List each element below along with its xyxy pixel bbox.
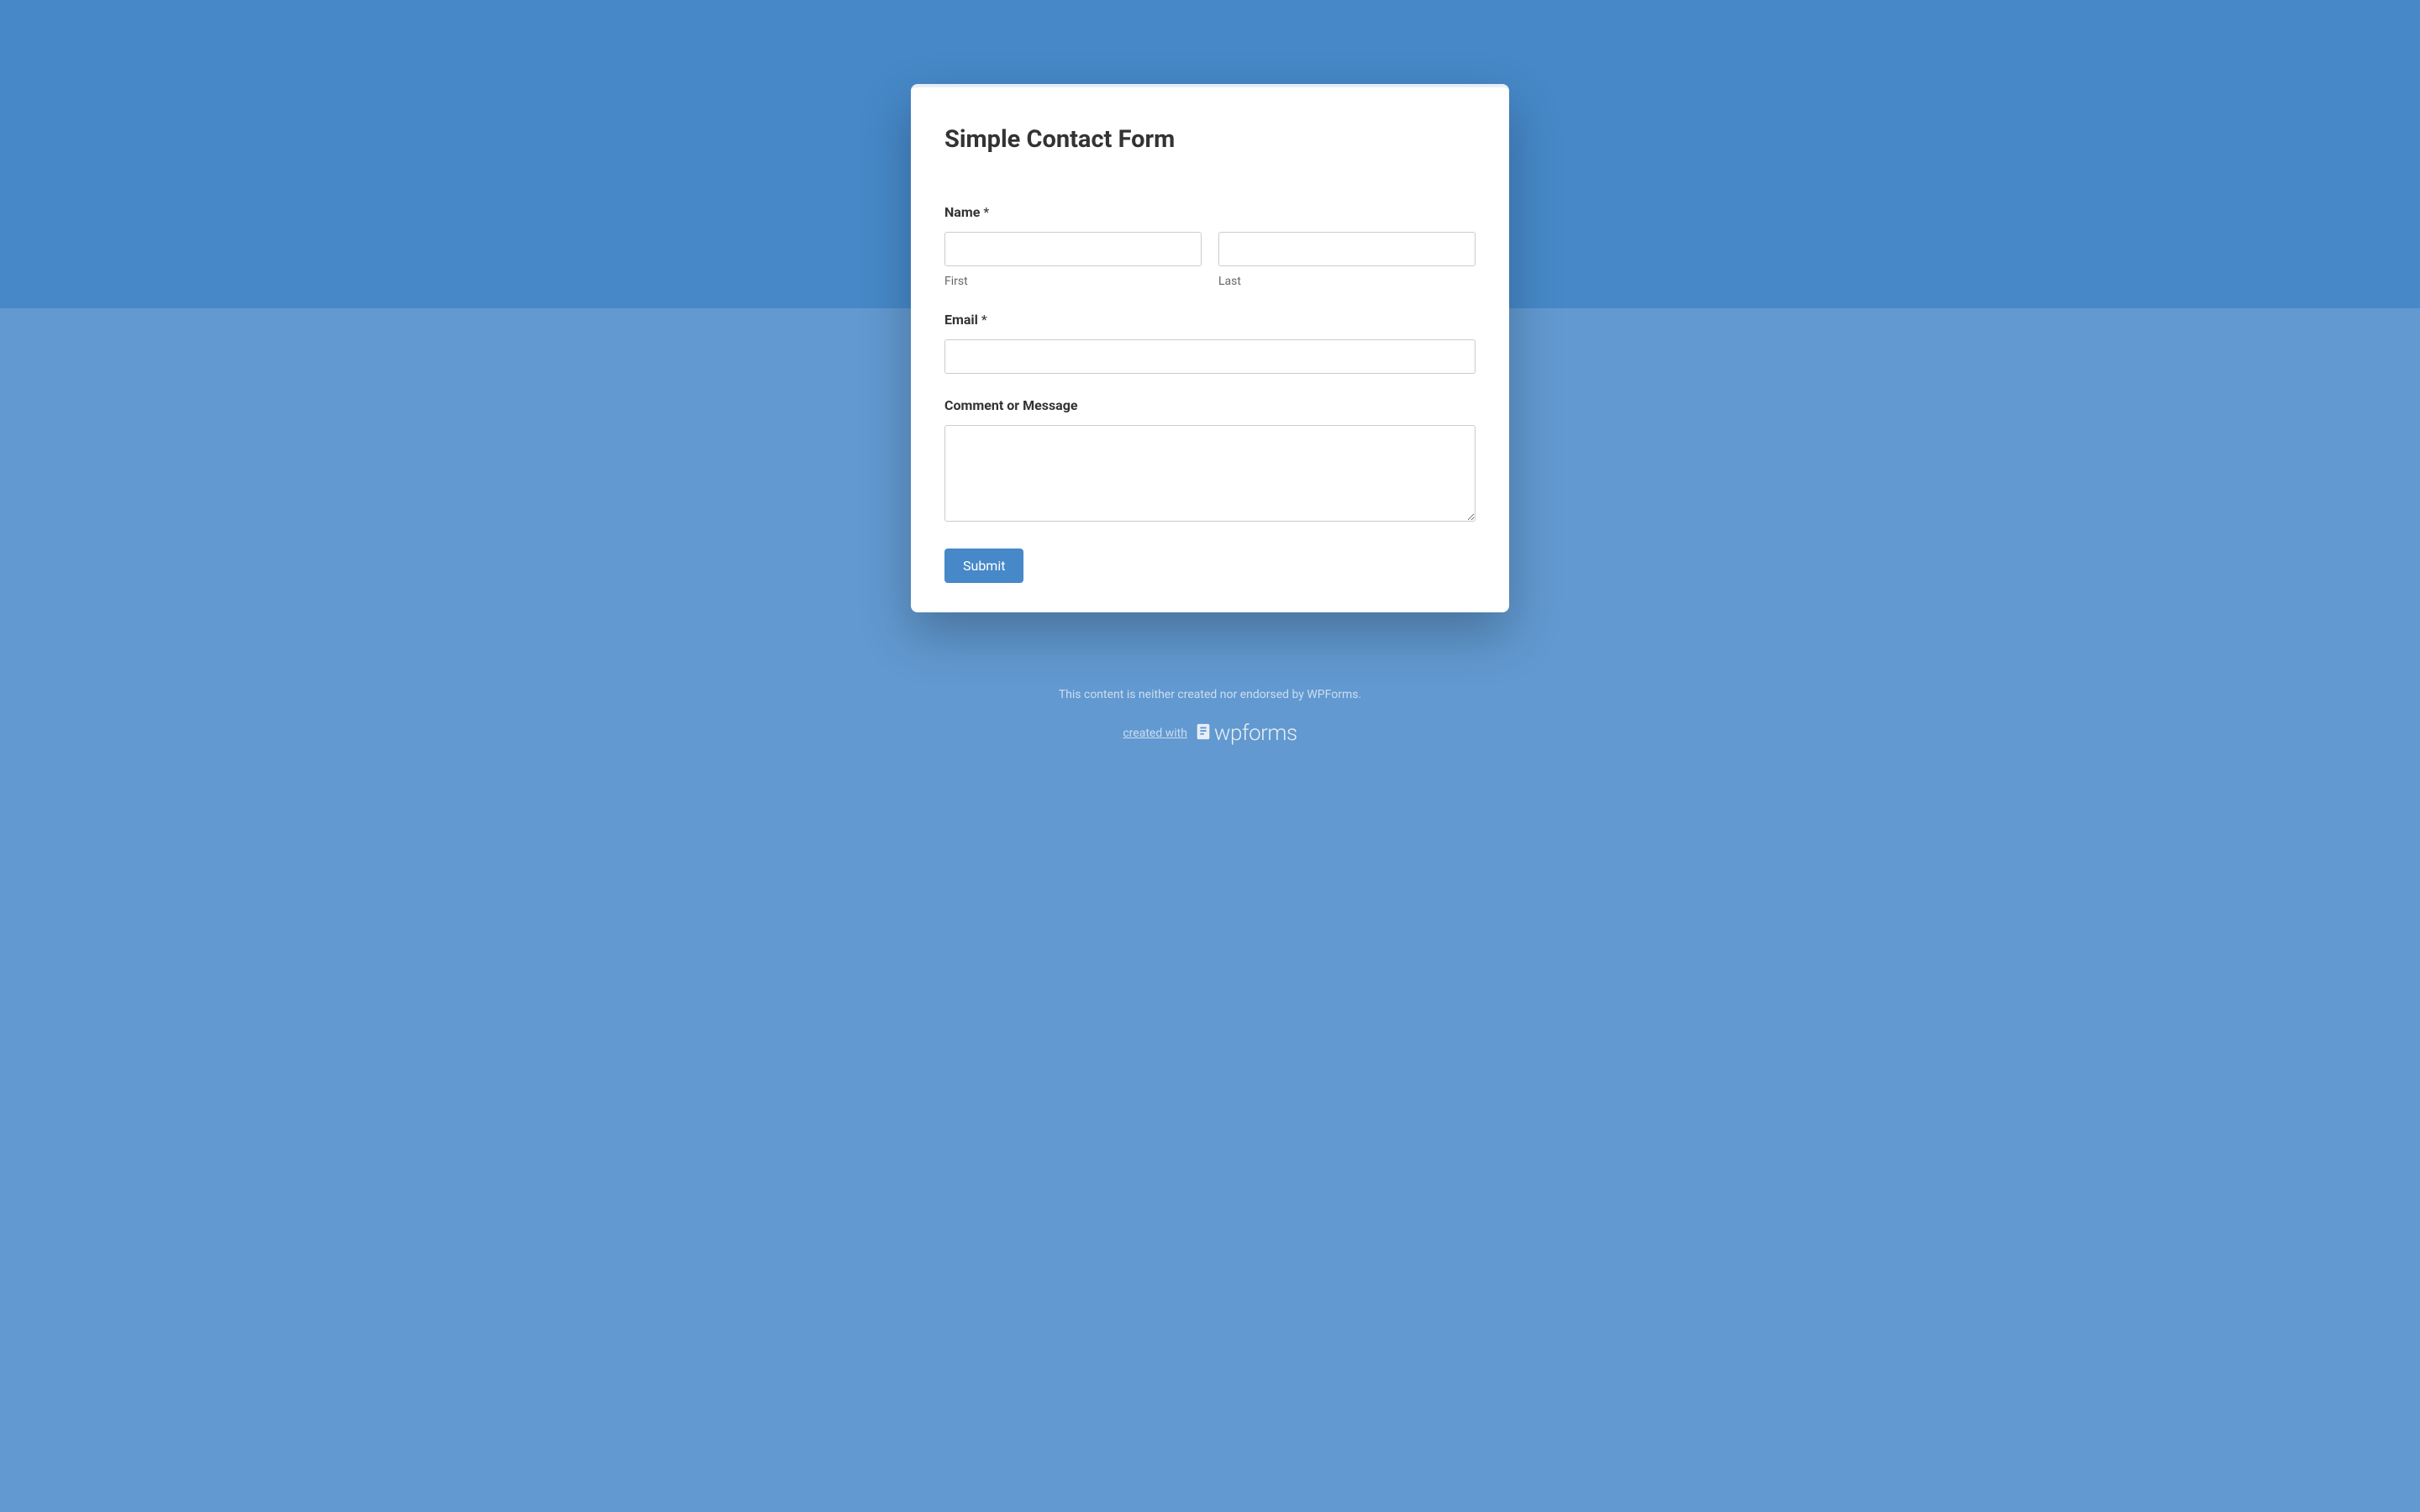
form-card: Simple Contact Form Name * First Last Em… (911, 84, 1509, 612)
name-row: First Last (944, 232, 1476, 288)
name-field-group: Name * First Last (944, 204, 1476, 288)
wpforms-logo-text: wpforms (1214, 722, 1297, 744)
created-with-link[interactable]: created with (1123, 727, 1187, 740)
wpforms-icon (1194, 722, 1213, 744)
email-label: Email * (944, 312, 1476, 328)
message-input[interactable] (944, 425, 1476, 522)
first-name-sublabel: First (944, 275, 1202, 288)
form-title: Simple Contact Form (944, 125, 1476, 154)
email-label-text: Email (944, 312, 978, 328)
message-field-group: Comment or Message (944, 397, 1476, 525)
email-field-group: Email * (944, 312, 1476, 374)
last-name-col: Last (1218, 232, 1476, 288)
first-name-input[interactable] (944, 232, 1202, 266)
last-name-input[interactable] (1218, 232, 1476, 266)
email-required-mark: * (981, 312, 987, 328)
last-name-sublabel: Last (1218, 275, 1476, 288)
name-label-text: Name (944, 204, 980, 220)
name-label: Name * (944, 204, 1476, 220)
footer: This content is neither created nor endo… (1059, 688, 1361, 761)
created-with-row: created with wpforms (1059, 722, 1361, 744)
wpforms-logo[interactable]: wpforms (1194, 722, 1297, 744)
message-label: Comment or Message (944, 397, 1476, 413)
disclaimer-text: This content is neither created nor endo… (1059, 688, 1361, 701)
submit-button[interactable]: Submit (944, 549, 1023, 583)
first-name-col: First (944, 232, 1202, 288)
name-required-mark: * (983, 204, 989, 220)
email-input[interactable] (944, 339, 1476, 374)
